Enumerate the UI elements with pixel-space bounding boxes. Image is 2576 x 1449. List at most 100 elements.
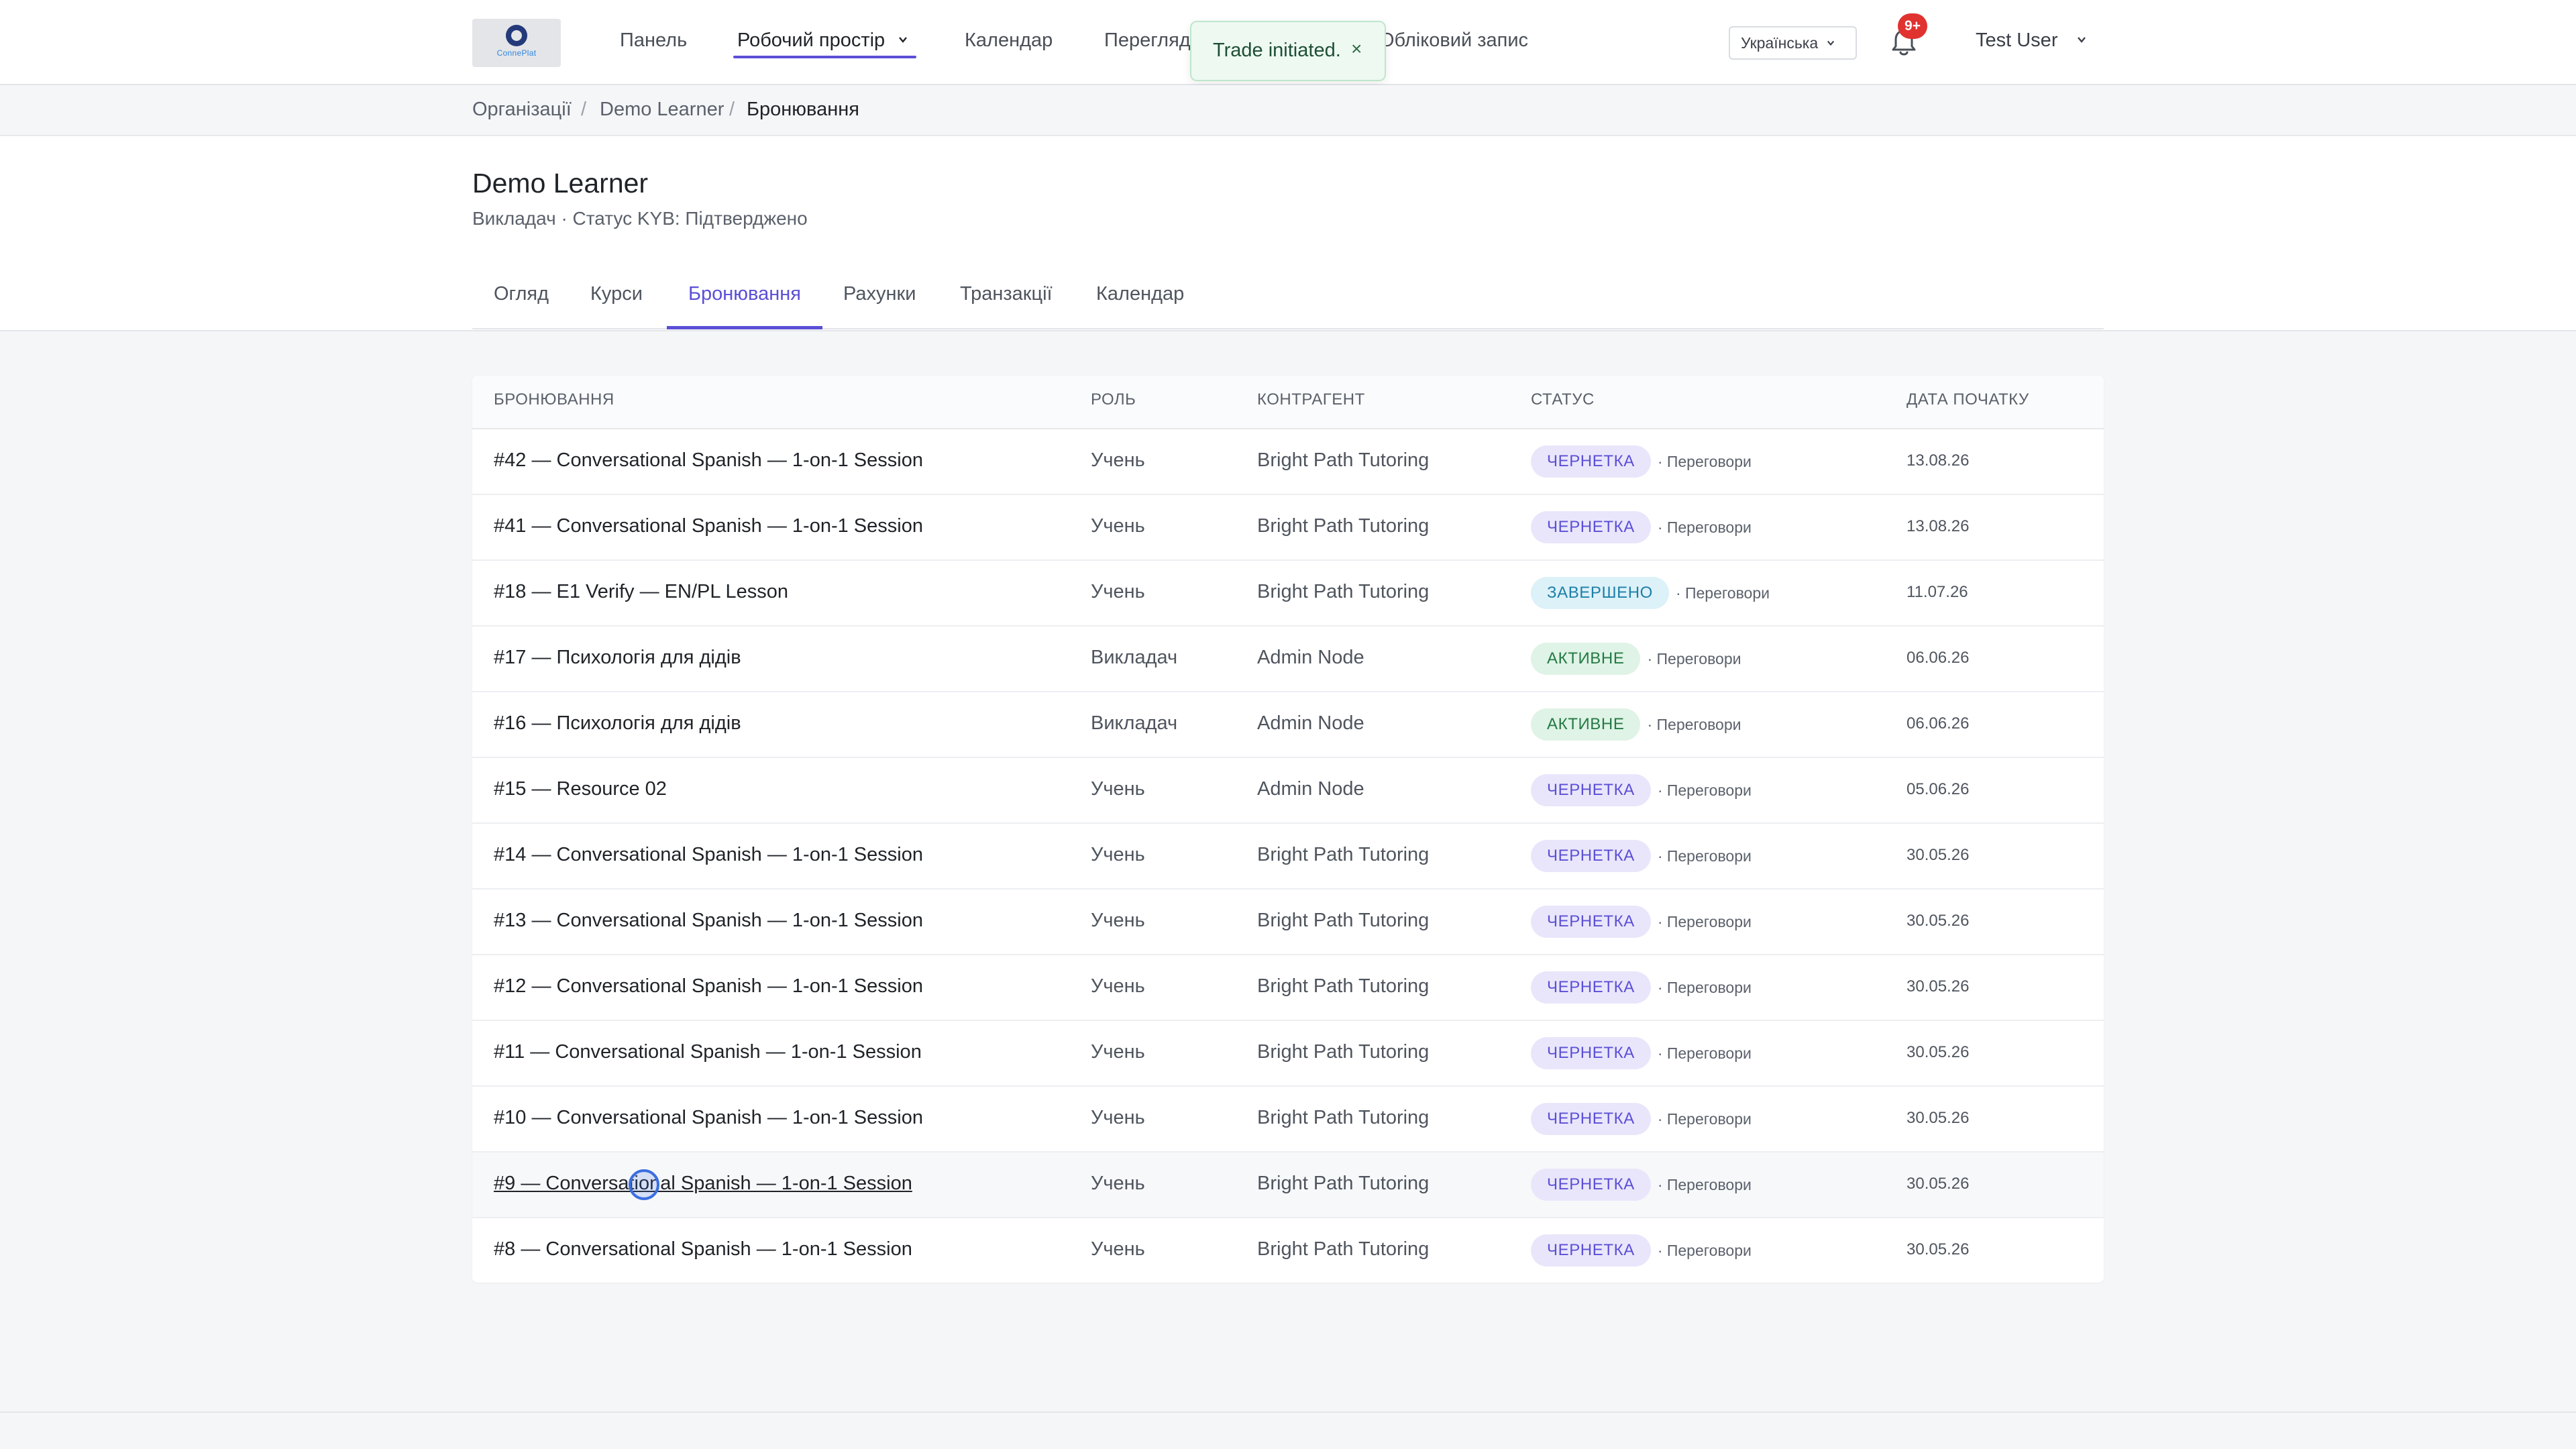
toast-close-button[interactable]: × [1351,38,1362,60]
table-row[interactable]: #18 — E1 Verify — EN/PL Lesson Учень Brigh… [472,561,2104,627]
status-cell: ЧЕРНЕТКА · Переговори [1531,839,1752,873]
status-badge: АКТИВНЕ [1531,708,1641,741]
booking-link[interactable]: #9 — Conversational Spanish — 1-on-1 Ses… [494,1173,912,1195]
nav-account[interactable]: Обліковий запис [1379,30,1528,52]
start-date-cell: 30.05.26 [1907,1240,1970,1258]
booking-link[interactable]: #41 — Conversational Spanish — 1-on-1 Se… [494,515,923,537]
logo-text-accent: Plat [521,48,537,58]
language-select-value: Українська [1741,34,1819,52]
stage-label: · Переговори [1657,1110,1752,1128]
role-cell: Учень [1091,1041,1145,1063]
nav-workspace[interactable]: Робочий простір [737,30,908,52]
role-cell: Учень [1091,581,1145,602]
role-cell: Учень [1091,910,1145,931]
booking-link[interactable]: #8 — Conversational Spanish — 1-on-1 Ses… [494,1238,912,1260]
page-footer [0,1411,2576,1449]
status-cell: ЧЕРНЕТКА · Переговори [1531,444,1752,479]
tab-bookings[interactable]: Бронювання [688,283,801,305]
booking-link[interactable]: #42 — Conversational Spanish — 1-on-1 Se… [494,449,923,472]
tab-courses[interactable]: Курси [590,283,643,305]
booking-link[interactable]: #14 — Conversational Spanish — 1-on-1 Se… [494,844,923,866]
counterparty-cell: Bright Path Tutoring [1257,1238,1430,1260]
language-select[interactable]: Українська [1729,26,1857,60]
booking-link[interactable]: #17 — Психологія для дідів [494,647,741,669]
tab-calendar[interactable]: Календар [1096,283,1184,305]
booking-link[interactable]: #15 — Resource 02 [494,778,667,800]
stage-label: · Переговори [1647,715,1741,733]
stage-label: · Переговори [1657,781,1752,799]
booking-link[interactable]: #10 — Conversational Spanish — 1-on-1 Se… [494,1107,923,1129]
status-badge: ЧЕРНЕТКА [1531,1234,1651,1267]
table-row[interactable]: #13 — Conversational Spanish — 1-on-1 Se… [472,890,2104,955]
role-cell: Учень [1091,778,1145,800]
counterparty-cell: Bright Path Tutoring [1257,581,1430,602]
booking-link[interactable]: #12 — Conversational Spanish — 1-on-1 Se… [494,975,923,998]
nav-dashboard[interactable]: Панель [620,30,687,52]
role-cell: Учень [1091,1107,1145,1128]
start-date-cell: 13.08.26 [1907,517,1970,535]
start-date-cell: 13.08.26 [1907,451,1970,470]
column-header-counterparty[interactable]: Контрагент [1257,390,1365,409]
start-date-cell: 30.05.26 [1907,1043,1970,1061]
stage-label: · Переговори [1657,452,1752,470]
status-badge: АКТИВНЕ [1531,643,1641,675]
table-row[interactable]: #10 — Conversational Spanish — 1-on-1 Se… [472,1087,2104,1152]
tab-invoices[interactable]: Рахунки [843,283,916,305]
status-cell: ЗАВЕРШЕНО · Переговори [1531,576,1770,610]
breadcrumb-organizations[interactable]: Організації [472,99,572,121]
toast-notification: Trade initiated. × [1190,21,1386,81]
role-cell: Викладач [1091,647,1178,668]
start-date-cell: 30.05.26 [1907,846,1970,864]
start-date-cell: 11.07.26 [1907,583,1968,601]
table-row[interactable]: #42 — Conversational Spanish — 1-on-1 Se… [472,429,2104,495]
nav-browse[interactable]: Перегляд [1104,30,1191,52]
booking-link[interactable]: #11 — Conversational Spanish — 1-on-1 Se… [494,1041,922,1063]
status-badge: ЧЕРНЕТКА [1531,774,1651,806]
column-header-status[interactable]: Статус [1531,390,1595,409]
user-name: Test User [1976,30,2058,51]
nav-workspace-label: Робочий простір [737,30,885,51]
toast-message: Trade initiated. [1213,40,1341,61]
role-cell: Учень [1091,844,1145,865]
tab-overview[interactable]: Огляд [494,283,549,305]
status-cell: ЧЕРНЕТКА · Переговори [1531,904,1752,939]
stage-label: · Переговори [1657,912,1752,930]
user-menu[interactable]: Test User [1976,30,2086,52]
counterparty-cell: Admin Node [1257,712,1364,734]
counterparty-cell: Bright Path Tutoring [1257,1107,1430,1128]
table-row[interactable]: #14 — Conversational Spanish — 1-on-1 Se… [472,824,2104,890]
status-cell: ЧЕРНЕТКА · Переговори [1531,773,1752,808]
table-row[interactable]: #11 — Conversational Spanish — 1-on-1 Se… [472,1021,2104,1087]
start-date-cell: 30.05.26 [1907,977,1970,996]
tab-transactions[interactable]: Транзакції [960,283,1053,305]
booking-link[interactable]: #13 — Conversational Spanish — 1-on-1 Se… [494,910,923,932]
table-row[interactable]: #16 — Психологія для дідів Викладач Admin … [472,692,2104,758]
breadcrumb-org[interactable]: Demo Learner [600,99,724,121]
role-cell: Учень [1091,1238,1145,1260]
table-row[interactable]: #8 — Conversational Spanish — 1-on-1 Ses… [472,1218,2104,1284]
booking-link[interactable]: #16 — Психологія для дідів [494,712,741,735]
table-row[interactable]: #41 — Conversational Spanish — 1-on-1 Se… [472,495,2104,561]
status-cell: ЧЕРНЕТКА · Переговори [1531,1102,1752,1136]
column-header-role[interactable]: Роль [1091,390,1136,409]
org-header: Demo Learner Викладач · Статус KYB: Підт… [0,136,2576,331]
status-badge: ЧЕРНЕТКА [1531,971,1651,1004]
nav-calendar[interactable]: Календар [965,30,1053,52]
breadcrumb: Організації / Demo Learner / Бронювання [0,85,2576,136]
counterparty-cell: Admin Node [1257,778,1364,800]
booking-link[interactable]: #18 — E1 Verify — EN/PL Lesson [494,581,788,603]
status-badge: ЧЕРНЕТКА [1531,840,1651,872]
table-row[interactable]: #12 — Conversational Spanish — 1-on-1 Se… [472,955,2104,1021]
counterparty-cell: Bright Path Tutoring [1257,910,1430,931]
table-row[interactable]: #17 — Психологія для дідів Викладач Admin … [472,627,2104,692]
status-badge: ЧЕРНЕТКА [1531,511,1651,543]
bookings-table: Бронювання Роль Контрагент Статус Дата п… [472,376,2104,1283]
table-row[interactable]: #9 — Conversational Spanish — 1-on-1 Ses… [472,1152,2104,1218]
column-header-booking[interactable]: Бронювання [494,390,614,409]
column-header-start-date[interactable]: Дата початку [1907,390,2029,409]
app-logo[interactable]: ConnePlat [472,19,561,67]
stage-label: · Переговори [1675,584,1770,602]
table-row[interactable]: #15 — Resource 02 Учень Admin Node ЧЕРНЕТКА… [472,758,2104,824]
status-cell: ЧЕРНЕТКА · Переговори [1531,1167,1752,1202]
stage-label: · Переговори [1657,1241,1752,1259]
